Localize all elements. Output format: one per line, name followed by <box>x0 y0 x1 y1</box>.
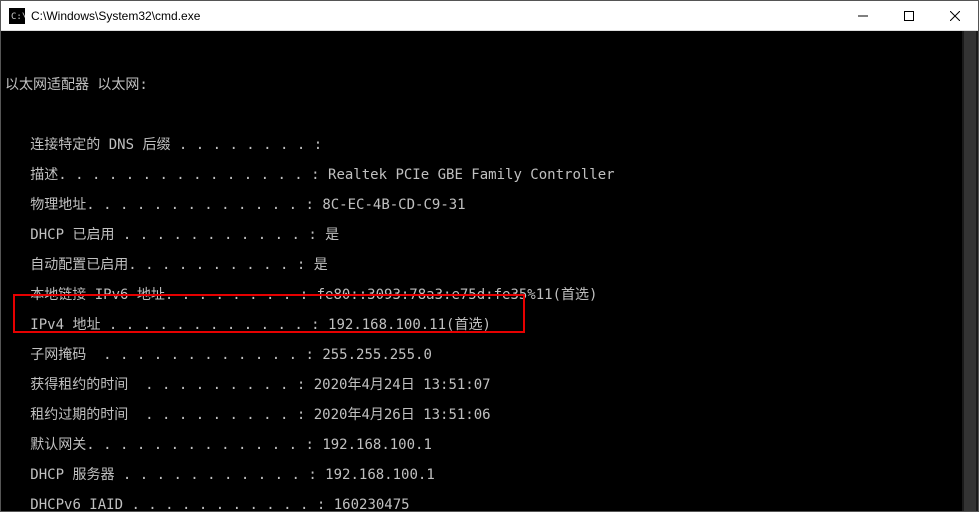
window-title: C:\Windows\System32\cmd.exe <box>31 9 200 23</box>
terminal-output[interactable]: 以太网适配器 以太网: 连接特定的 DNS 后缀 . . . . . . . .… <box>1 31 978 511</box>
lease-expires-label: 租约过期的时间 <box>30 407 128 423</box>
ipv4-label: IPv4 地址 <box>30 317 100 333</box>
adapter1-header: 以太网适配器 以太网: <box>5 77 148 93</box>
physical-value: 8C-EC-4B-CD-C9-31 <box>322 197 465 213</box>
autoconf-value: 是 <box>314 257 328 273</box>
svg-text:C:\: C:\ <box>11 12 25 22</box>
dhcpv6-iaid-label: DHCPv6 IAID <box>30 497 123 511</box>
minimize-button[interactable] <box>840 1 886 31</box>
lease-expires-value: 2020年4月26日 13:51:06 <box>314 407 491 423</box>
subnet-value: 255.255.255.0 <box>322 347 432 363</box>
cmd-icon: C:\ <box>9 8 25 24</box>
ipv6-local-label: 本地链接 IPv6 地址 <box>30 287 165 303</box>
cmd-window: C:\ C:\Windows\System32\cmd.exe 以太网适配器 以… <box>0 0 979 512</box>
physical-label: 物理地址 <box>30 197 86 213</box>
scrollbar[interactable] <box>962 31 978 511</box>
scrollbar-thumb[interactable] <box>964 31 976 511</box>
dhcp-enabled-value: 是 <box>325 227 339 243</box>
description-label: 描述 <box>30 167 58 183</box>
ipv4-value: 192.168.100.11(首选) <box>328 317 491 333</box>
close-button[interactable] <box>932 1 978 31</box>
gateway-label: 默认网关 <box>30 437 86 453</box>
lease-obtained-value: 2020年4月24日 13:51:07 <box>314 377 491 393</box>
autoconf-label: 自动配置已启用 <box>30 257 128 273</box>
ipv6-local-value: fe80::3093:78a3:e75d:fe35%11(首选) <box>317 287 598 303</box>
titlebar[interactable]: C:\ C:\Windows\System32\cmd.exe <box>1 1 978 31</box>
dhcpv6-iaid-value: 160230475 <box>334 497 410 511</box>
description-value: Realtek PCIe GBE Family Controller <box>328 167 615 183</box>
maximize-button[interactable] <box>886 1 932 31</box>
dhcp-server-value: 192.168.100.1 <box>325 467 435 483</box>
dhcp-enabled-label: DHCP 已启用 <box>30 227 114 243</box>
subnet-label: 子网掩码 <box>30 347 86 363</box>
lease-obtained-label: 获得租约的时间 <box>30 377 128 393</box>
dns-suffix-label: 连接特定的 DNS 后缀 <box>30 137 170 153</box>
dhcp-server-label: DHCP 服务器 <box>30 467 114 483</box>
gateway-value: 192.168.100.1 <box>322 437 432 453</box>
